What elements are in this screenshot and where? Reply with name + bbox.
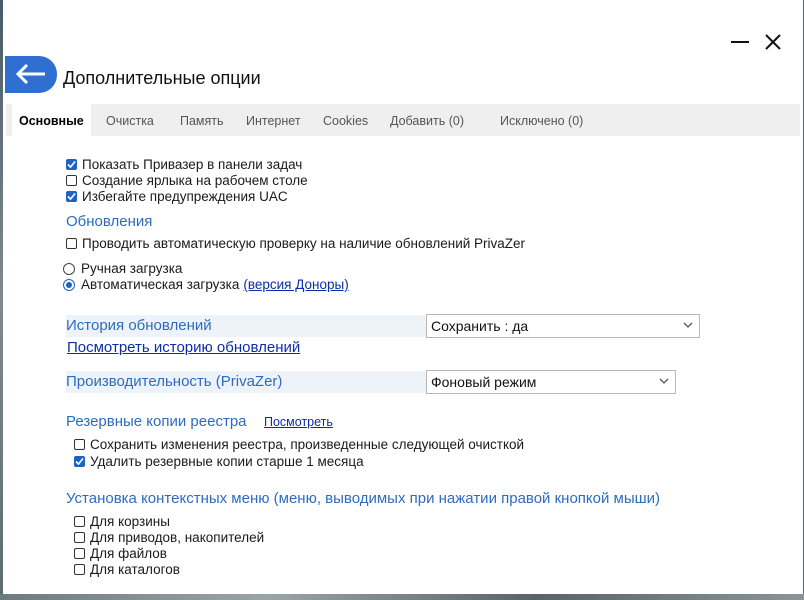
- automatic-download-label: Автоматическая загрузка: [81, 277, 240, 292]
- automatic-download-radio[interactable]: [63, 278, 75, 291]
- checkmark-icon: [67, 192, 76, 201]
- history-select[interactable]: Сохранить : да: [426, 314, 700, 338]
- manual-download-label: Ручная загрузка: [81, 261, 183, 276]
- save-registry-changes-label: Сохранить изменения реестра, произведенн…: [90, 437, 525, 452]
- desktop-shortcut-option[interactable]: Создание ярлыка на рабочем столе: [66, 173, 308, 188]
- desktop-shortcut-checkbox[interactable]: [66, 175, 77, 186]
- delete-old-backups-label: Удалить резервные копии старше 1 месяца: [90, 454, 364, 469]
- window-title: Дополнительные опции: [63, 68, 261, 88]
- close-button[interactable]: [762, 31, 784, 53]
- desktop-shortcut-label: Создание ярлыка на рабочем столе: [82, 173, 308, 188]
- tab-internet[interactable]: Интернет: [246, 104, 301, 136]
- auto-check-updates-checkbox[interactable]: [66, 238, 77, 249]
- manual-download-radio[interactable]: [63, 262, 75, 275]
- automatic-download-option[interactable]: Автоматическая загрузка (версия Доноры): [63, 277, 349, 292]
- view-update-history-link[interactable]: Посмотреть историю обновлений: [67, 339, 300, 356]
- minimize-button[interactable]: [729, 31, 751, 53]
- show-in-taskbar-label: Показать Привазер в панели задач: [82, 157, 303, 172]
- tab-cleanup[interactable]: Очистка: [106, 104, 154, 136]
- recycle-bin-checkbox[interactable]: [74, 516, 85, 527]
- avoid-uac-label: Избегайте предупреждения UAC: [82, 189, 288, 204]
- auto-check-updates-option[interactable]: Проводить автоматическую проверку на нал…: [66, 236, 525, 251]
- minimize-icon: [731, 41, 749, 43]
- context-menu-item[interactable]: Для каталогов: [74, 562, 180, 577]
- desktop-edge-bottom: [0, 594, 804, 600]
- folders-checkbox[interactable]: [74, 564, 85, 575]
- checkmark-icon: [75, 457, 84, 466]
- options-window: Дополнительные опции Основные Очистка Па…: [3, 0, 803, 594]
- registry-view-row: Посмотреть: [264, 415, 333, 429]
- checkmark-icon: [67, 160, 76, 169]
- tab-general[interactable]: Основные: [12, 104, 91, 136]
- manual-download-option[interactable]: Ручная загрузка: [63, 261, 182, 276]
- delete-old-backups-option[interactable]: Удалить резервные копии старше 1 месяца: [74, 454, 364, 469]
- avoid-uac-option[interactable]: Избегайте предупреждения UAC: [66, 189, 288, 204]
- arrow-left-icon: [15, 64, 45, 84]
- auto-check-updates-label: Проводить автоматическую проверку на нал…: [82, 236, 526, 251]
- tab-add[interactable]: Добавить (0): [390, 104, 464, 136]
- history-label: История обновлений: [66, 317, 212, 334]
- performance-label: Производительность (PrivaZer): [66, 373, 283, 390]
- history-select-value: Сохранить : да: [431, 318, 529, 334]
- tab-excluded[interactable]: Исключено (0): [500, 104, 583, 136]
- context-menu-item-label: Для корзины: [90, 514, 170, 529]
- save-registry-changes-option[interactable]: Сохранить изменения реестра, произведенн…: [74, 437, 524, 452]
- chevron-down-icon: [683, 322, 693, 328]
- context-menu-item[interactable]: Для корзины: [74, 514, 170, 529]
- context-menu-item-label: Для каталогов: [90, 562, 180, 577]
- context-menu-item[interactable]: Для приводов, накопителей: [74, 530, 264, 545]
- back-button[interactable]: [5, 56, 57, 93]
- tab-cookies[interactable]: Cookies: [323, 104, 368, 136]
- performance-select[interactable]: Фоновый режим: [426, 370, 676, 394]
- context-menu-item-label: Для файлов: [90, 546, 167, 561]
- show-in-taskbar-option[interactable]: Показать Привазер в панели задач: [66, 157, 302, 172]
- drives-checkbox[interactable]: [74, 532, 85, 543]
- donor-version-link[interactable]: (версия Доноры): [243, 277, 348, 292]
- delete-old-backups-checkbox[interactable]: [74, 456, 85, 467]
- performance-select-value: Фоновый режим: [431, 374, 537, 390]
- registry-heading: Резервные копии реестра: [66, 413, 247, 430]
- save-registry-changes-checkbox[interactable]: [74, 439, 85, 450]
- files-checkbox[interactable]: [74, 548, 85, 559]
- context-menu-item[interactable]: Для файлов: [74, 546, 167, 561]
- avoid-uac-checkbox[interactable]: [66, 191, 77, 202]
- view-registry-backups-link[interactable]: Посмотреть: [264, 415, 333, 429]
- tab-memory[interactable]: Память: [180, 104, 224, 136]
- updates-heading: Обновления: [66, 213, 153, 230]
- tab-bar: Основные Очистка Память Интернет Cookies…: [6, 104, 800, 136]
- show-in-taskbar-checkbox[interactable]: [66, 159, 77, 170]
- context-menu-item-label: Для приводов, накопителей: [90, 530, 265, 545]
- context-menu-heading: Установка контекстных меню (меню, выводи…: [66, 490, 661, 507]
- history-link-row: Посмотреть историю обновлений: [67, 339, 300, 356]
- close-icon: [765, 34, 781, 50]
- chevron-down-icon: [659, 378, 669, 384]
